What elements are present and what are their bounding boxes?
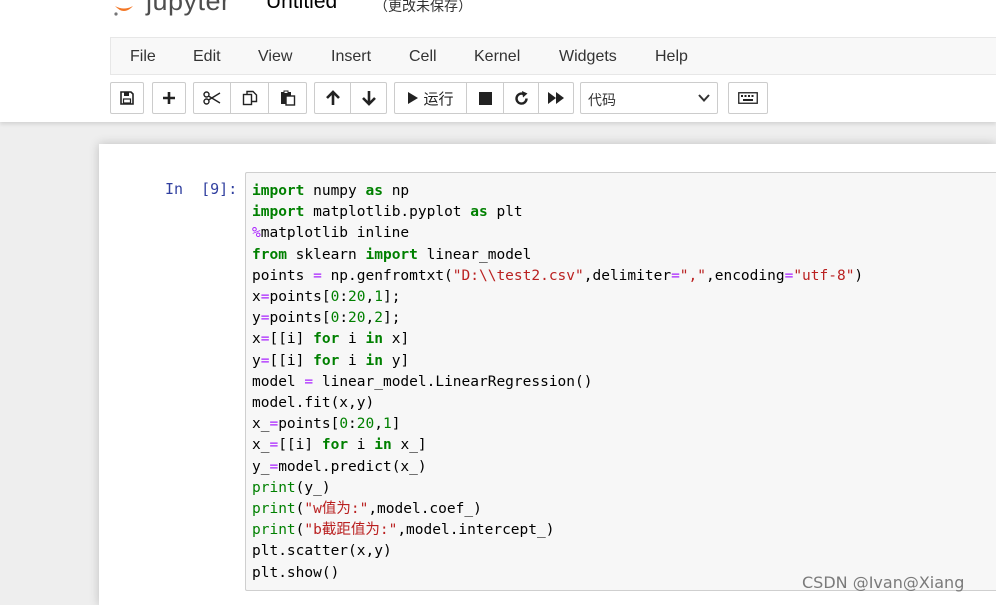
cell-type-value: 代码 (588, 93, 616, 109)
input-prompt: In [9]: (165, 180, 238, 198)
code-line: plt.scatter(x,y) (252, 543, 392, 560)
output-area-edge (249, 597, 389, 605)
menu-view[interactable]: View (258, 38, 292, 76)
code-line: y_=model.predict(x_) (252, 458, 427, 475)
save-status: （更改未保存） (374, 0, 472, 15)
chevron-down-icon (698, 94, 710, 102)
keyboard-icon (738, 92, 758, 104)
fast-forward-icon (548, 92, 564, 104)
menu-insert[interactable]: Insert (331, 38, 371, 76)
logo-text: jupyter (146, 0, 231, 16)
move-down-button[interactable] (351, 82, 387, 114)
code-line: plt.show() (252, 564, 340, 581)
code-line: import numpy as np (252, 183, 410, 199)
code-line: import matplotlib.pyplot as plt (252, 204, 523, 221)
code-line: x=points[0:20,1]; (252, 289, 401, 306)
run-button[interactable]: 运行 (394, 82, 467, 114)
toolbar: 运行 代码 (0, 82, 996, 114)
code-editor[interactable]: import numpy as np import matplotlib.pyp… (252, 181, 863, 584)
copy-button[interactable] (231, 82, 269, 114)
paste-button[interactable] (269, 82, 307, 114)
plus-icon (163, 92, 175, 104)
floppy-disk-icon (120, 91, 134, 105)
notebook-name[interactable]: Untitled (266, 0, 337, 14)
menu-cell[interactable]: Cell (409, 38, 437, 76)
move-up-button[interactable] (314, 82, 351, 114)
menu-bar: File Edit View Insert Cell Kernel Widget… (110, 37, 996, 75)
stop-icon (478, 91, 492, 105)
menu-edit[interactable]: Edit (193, 38, 221, 76)
command-palette-button[interactable] (728, 82, 768, 114)
code-line: y=[[i] for i in y] (252, 352, 410, 369)
code-line: print(y_) (252, 479, 331, 496)
code-line: print("w值为:",model.coef_) (252, 501, 482, 518)
paste-icon (280, 90, 295, 106)
code-line: x_=[[i] for i in x_] (252, 437, 427, 454)
redo-icon (514, 90, 528, 105)
code-line: model = linear_model.LinearRegression() (252, 373, 593, 390)
arrow-up-icon (325, 90, 340, 105)
menu-file[interactable]: File (130, 38, 156, 76)
jupyter-logo-icon (114, 6, 133, 16)
restart-kernel-button[interactable] (504, 82, 539, 114)
insert-cell-button[interactable] (152, 82, 186, 114)
copy-icon (242, 90, 257, 106)
code-line: %matplotlib inline (252, 225, 410, 242)
cell-type-select[interactable]: 代码 (580, 82, 718, 114)
save-button[interactable] (110, 82, 144, 114)
scissors-icon (203, 91, 221, 105)
code-line: y=points[0:20,2]; (252, 310, 401, 327)
code-cell-input[interactable]: import numpy as np import matplotlib.pyp… (245, 172, 996, 591)
code-line: points = np.genfromtxt("D:\\test2.csv",d… (252, 267, 864, 284)
code-line: print("b截距值为:",model.intercept_) (252, 522, 555, 539)
run-all-button[interactable] (539, 82, 574, 114)
cut-button[interactable] (193, 82, 231, 114)
interrupt-button[interactable] (467, 82, 504, 114)
code-line: x_=points[0:20,1] (252, 416, 401, 433)
play-icon (408, 92, 419, 104)
watermark: CSDN @Ivan@Xiang (802, 573, 965, 592)
code-line: model.fit(x,y) (252, 395, 375, 412)
run-label: 运行 (423, 89, 454, 108)
notebook-header: jupyter Untitled （更改未保存） File Edit View … (0, 0, 996, 122)
menu-help[interactable]: Help (655, 38, 688, 76)
title-row: jupyter Untitled （更改未保存） (0, 0, 996, 36)
code-line: x=[[i] for i in x] (252, 331, 410, 348)
menu-widgets[interactable]: Widgets (559, 38, 617, 76)
menu-kernel[interactable]: Kernel (474, 38, 520, 76)
code-line: from sklearn import linear_model (252, 246, 532, 263)
arrow-down-icon (361, 91, 376, 106)
